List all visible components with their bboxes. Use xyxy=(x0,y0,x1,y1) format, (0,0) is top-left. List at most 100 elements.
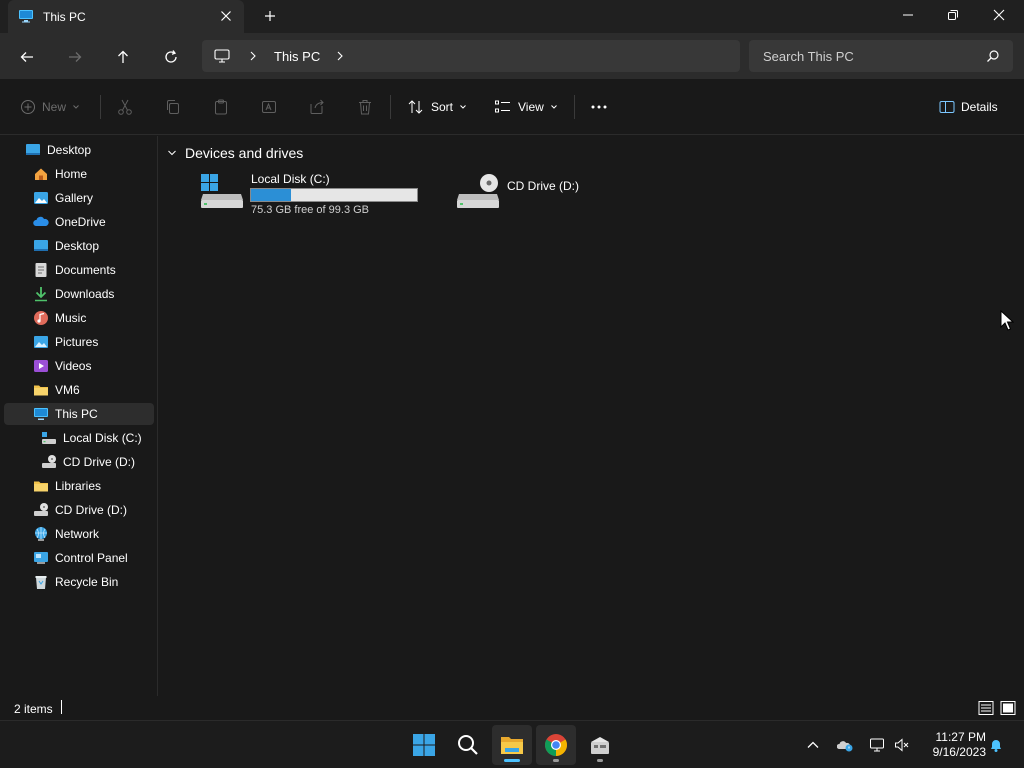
close-icon xyxy=(993,9,1005,21)
onedrive-status-icon[interactable] xyxy=(837,737,853,753)
drive-free-space: 75.3 GB free of 99.3 GB xyxy=(251,204,370,216)
cd-drive-icon xyxy=(41,454,57,470)
clock[interactable]: 11:27 PM 9/16/2023 xyxy=(916,730,986,760)
cd-drive-icon xyxy=(455,172,501,210)
sidebar-item-music[interactable]: Music xyxy=(4,307,154,329)
onedrive-icon xyxy=(33,214,49,230)
new-tab-icon[interactable] xyxy=(262,8,278,24)
sidebar-item-documents[interactable]: Documents xyxy=(4,259,154,281)
chevron-up-icon[interactable] xyxy=(805,737,821,753)
address-bar: This PC Search This PC xyxy=(0,33,1024,79)
sidebar-item-videos[interactable]: Videos xyxy=(4,355,154,377)
volume-muted-icon[interactable] xyxy=(894,737,910,753)
copy-icon[interactable] xyxy=(164,98,184,118)
monitor-icon xyxy=(18,8,34,24)
chevron-down-icon xyxy=(168,150,176,156)
sidebar-item-control-panel[interactable]: Control Panel xyxy=(4,547,154,569)
paste-icon[interactable] xyxy=(212,98,232,118)
taskbar-app[interactable] xyxy=(580,725,620,765)
windows-drive-icon xyxy=(199,172,245,210)
details-view-icon[interactable] xyxy=(978,700,994,716)
group-title: Devices and drives xyxy=(185,145,304,161)
app-icon xyxy=(591,737,609,754)
chevron-right-icon[interactable] xyxy=(335,50,345,62)
sidebar-item-home[interactable]: Home xyxy=(4,163,154,185)
minimize-icon xyxy=(903,14,913,16)
status-bar: 2 items xyxy=(0,696,1024,720)
large-icons-view-icon[interactable] xyxy=(1000,700,1016,716)
taskbar-chrome[interactable] xyxy=(536,725,576,765)
up-button[interactable] xyxy=(111,45,135,69)
sidebar-item-label: Libraries xyxy=(55,479,102,493)
chevron-down-icon xyxy=(460,105,466,109)
sidebar-item-network[interactable]: Network xyxy=(4,523,154,545)
taskbar-search-button[interactable] xyxy=(448,725,488,765)
notification-bell-icon[interactable] xyxy=(988,737,1004,753)
new-button[interactable]: New xyxy=(20,97,80,117)
downloads-icon xyxy=(33,286,49,302)
sidebar-item-downloads[interactable]: Downloads xyxy=(4,283,154,305)
more-options-icon[interactable] xyxy=(590,98,610,118)
refresh-button[interactable] xyxy=(159,45,183,69)
drive-usage-fill xyxy=(251,189,292,201)
start-button[interactable] xyxy=(404,725,444,765)
breadcrumb-item-this-pc[interactable]: This PC xyxy=(274,49,320,64)
taskbar-file-explorer[interactable] xyxy=(492,725,532,765)
view-button[interactable]: View xyxy=(494,97,558,117)
close-tab-icon[interactable] xyxy=(218,8,234,24)
view-label: View xyxy=(518,100,544,114)
folder-icon xyxy=(33,478,49,494)
videos-icon xyxy=(33,358,49,374)
mouse-cursor-icon xyxy=(1000,310,1014,332)
sort-button[interactable]: Sort xyxy=(407,97,467,117)
drive-item-cd-drive-d[interactable]: CD Drive (D:) xyxy=(455,170,605,210)
sidebar-item-this-pc[interactable]: This PC xyxy=(4,403,154,425)
drive-usage-bar xyxy=(250,188,418,202)
network-status-icon[interactable] xyxy=(869,737,885,753)
forward-button[interactable] xyxy=(63,45,87,69)
group-header[interactable]: Devices and drives xyxy=(167,145,303,161)
sidebar-item-onedrive[interactable]: OneDrive xyxy=(4,211,154,233)
navigation-pane: Desktop Home Gallery OneDrive Desktop Do… xyxy=(0,136,158,696)
breadcrumb[interactable]: This PC xyxy=(202,40,740,72)
sidebar-item-gallery[interactable]: Gallery xyxy=(4,187,154,209)
refresh-icon xyxy=(165,50,177,63)
drive-item-local-disk-c[interactable]: Local Disk (C:) 75.3 GB free of 99.3 GB xyxy=(199,170,439,220)
sidebar-item-local-disk-c[interactable]: Local Disk (C:) xyxy=(4,427,154,449)
sidebar-item-cd-drive-d-root[interactable]: CD Drive (D:) xyxy=(4,499,154,521)
delete-icon[interactable] xyxy=(356,98,376,118)
desktop-icon xyxy=(25,142,41,158)
desktop-icon xyxy=(33,238,49,254)
home-icon xyxy=(33,166,49,182)
tab-this-pc[interactable]: This PC xyxy=(8,0,244,33)
start-icon xyxy=(413,734,435,756)
share-icon[interactable] xyxy=(308,98,328,118)
sidebar-item-libraries[interactable]: Libraries xyxy=(4,475,154,497)
sidebar-item-desktop[interactable]: Desktop xyxy=(4,235,154,257)
rename-icon[interactable] xyxy=(260,98,280,118)
chevron-down-icon xyxy=(550,105,557,109)
documents-icon xyxy=(33,262,49,278)
sidebar-item-recycle-bin[interactable]: Recycle Bin xyxy=(4,571,154,593)
restore-button[interactable] xyxy=(930,0,976,30)
minimize-button[interactable] xyxy=(885,0,931,30)
monitor-icon xyxy=(33,406,49,422)
search-input[interactable]: Search This PC xyxy=(749,40,1013,72)
details-button[interactable]: Details xyxy=(939,97,998,117)
new-label: New xyxy=(42,100,67,114)
close-window-button[interactable] xyxy=(976,0,1022,30)
sidebar-item-label: Desktop xyxy=(55,239,100,253)
sidebar-item-label: Recycle Bin xyxy=(55,575,119,589)
sidebar-item-pictures[interactable]: Pictures xyxy=(4,331,154,353)
sidebar-item-desktop-root[interactable]: Desktop xyxy=(4,139,154,161)
drive-name: Local Disk (C:) xyxy=(251,172,330,186)
back-button[interactable] xyxy=(15,45,39,69)
monitor-icon xyxy=(214,49,230,63)
view-icon xyxy=(495,100,510,113)
cut-icon[interactable] xyxy=(116,98,136,118)
sidebar-item-cd-drive-d[interactable]: CD Drive (D:) xyxy=(4,451,154,473)
sidebar-item-vm6[interactable]: VM6 xyxy=(4,379,154,401)
forward-arrow-icon xyxy=(69,52,82,62)
divider xyxy=(390,95,391,119)
gallery-icon xyxy=(33,190,49,206)
